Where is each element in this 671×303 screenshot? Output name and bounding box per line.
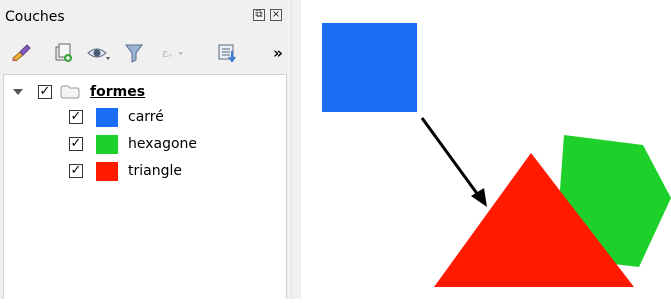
expression-filter-icon[interactable]: ε <box>160 40 186 66</box>
visibility-eye-icon[interactable] <box>86 40 112 66</box>
close-panel-button[interactable]: × <box>270 9 282 21</box>
group-checkbox[interactable]: ✓ <box>38 85 52 99</box>
blue-square-shape <box>322 23 417 112</box>
more-tools-button[interactable]: » <box>265 40 291 66</box>
layer-color-swatch <box>96 134 118 154</box>
layer-checkbox[interactable]: ✓ <box>69 164 83 178</box>
svg-text:ε: ε <box>162 46 168 60</box>
layer-checkbox[interactable]: ✓ <box>69 137 83 151</box>
layers-toolbar: ε » <box>0 34 291 70</box>
layer-label: carré <box>128 109 164 125</box>
layers-panel: Couches ⧉ × ε » ✓ formes ✓ carré ✓ hexag… <box>0 0 291 299</box>
layer-color-swatch <box>96 107 118 127</box>
map-canvas[interactable] <box>301 0 671 299</box>
layer-label: hexagone <box>128 136 198 152</box>
panel-splitter[interactable] <box>291 0 301 299</box>
style-brush-icon[interactable] <box>8 40 34 66</box>
layer-group-row[interactable]: ✓ formes <box>12 81 145 103</box>
filter-funnel-icon[interactable] <box>121 40 147 66</box>
layer-row[interactable]: ✓ carré <box>69 106 164 128</box>
layer-row[interactable]: ✓ hexagone <box>69 133 197 155</box>
arrow-shape <box>420 117 483 200</box>
layer-tree: ✓ formes ✓ carré ✓ hexagone ✓ triangle <box>3 74 287 299</box>
group-label: formes <box>90 84 146 100</box>
layer-label: triangle <box>128 163 182 179</box>
expand-arrow-icon[interactable] <box>12 86 24 98</box>
expand-collapse-icon[interactable] <box>214 40 240 66</box>
group-folder-icon <box>60 85 80 99</box>
panel-title: Couches <box>5 9 65 25</box>
layer-color-swatch <box>96 161 118 181</box>
layer-checkbox[interactable]: ✓ <box>69 110 83 124</box>
float-panel-button[interactable]: ⧉ <box>253 9 265 21</box>
add-group-icon[interactable] <box>50 40 76 66</box>
layer-row[interactable]: ✓ triangle <box>69 160 182 182</box>
